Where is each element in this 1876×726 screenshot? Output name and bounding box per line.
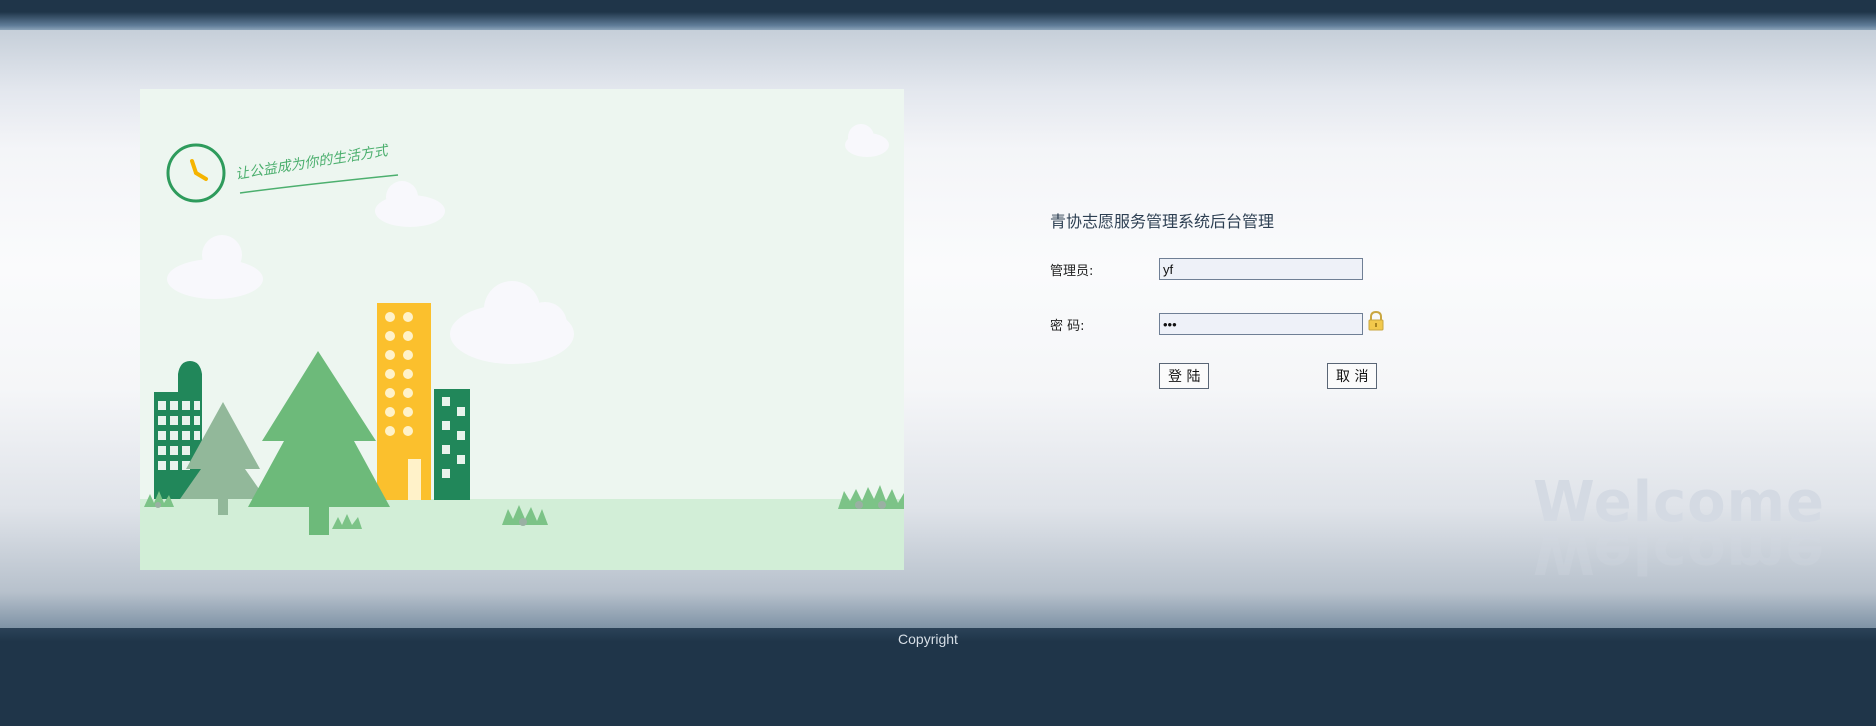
building-green — [434, 389, 470, 500]
lock-icon — [1367, 310, 1385, 331]
city-illustration: 让公益成为你的生活方式 — [140, 89, 904, 570]
top-bar — [0, 0, 1876, 30]
ground — [140, 499, 904, 570]
building-yellow — [377, 303, 431, 500]
password-input[interactable] — [1159, 313, 1363, 335]
login-button[interactable]: 登 陆 — [1159, 363, 1210, 389]
slogan-text: 让公益成为你的生活方式 — [234, 143, 391, 183]
username-input[interactable] — [1159, 258, 1363, 280]
welcome-reflection: Welcome — [1533, 520, 1825, 585]
password-label: 密 码: — [1050, 319, 1085, 334]
copyright-text: Copyright — [898, 631, 958, 647]
username-label: 管理员: — [1050, 264, 1094, 279]
login-title: 青协志愿服务管理系统后台管理 — [1050, 212, 1275, 231]
cancel-button[interactable]: 取 消 — [1327, 363, 1378, 389]
